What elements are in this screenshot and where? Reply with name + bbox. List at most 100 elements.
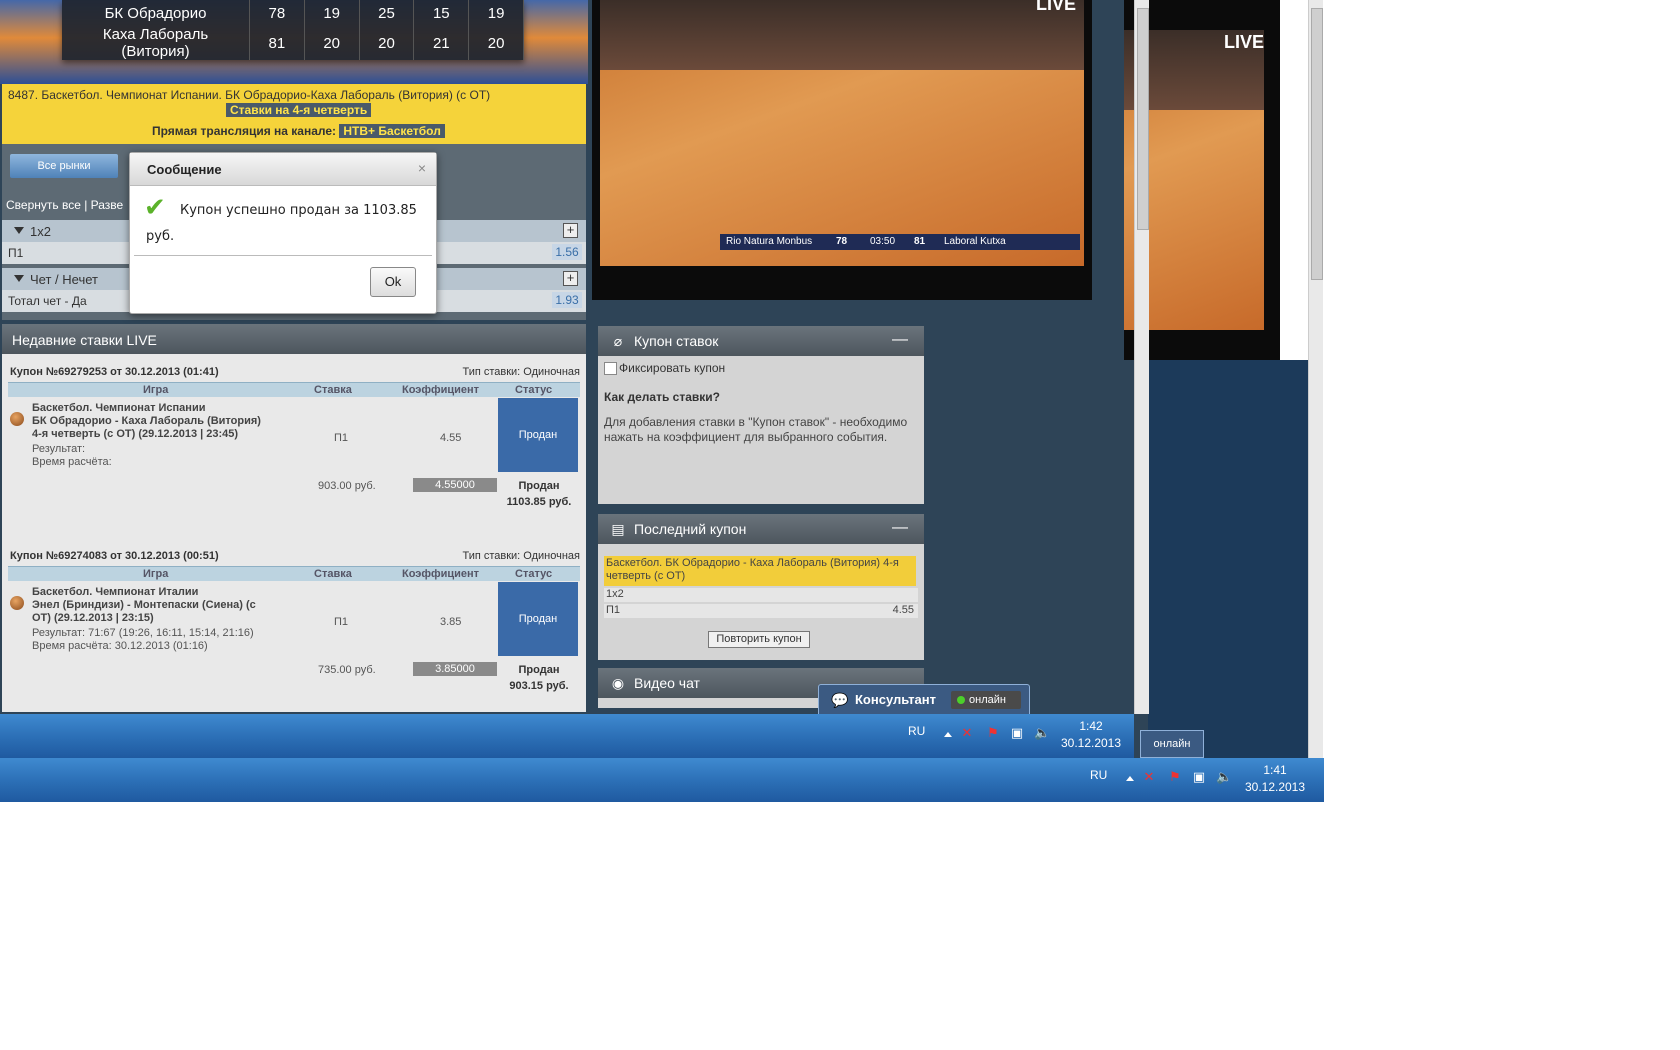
flag-icon[interactable]: ⚑ [1168, 770, 1182, 784]
game-result: Результат: 71:67 (19:26, 16:11, 15:14, 2… [32, 627, 254, 639]
coupon-id: Купон №69279253 от 30.12.2013 (01:41) [10, 366, 219, 378]
game-teams: Энел (Бриндизи) - Монтепаски (Сиена) (с [32, 599, 256, 611]
scrollbar-thumb[interactable] [1137, 8, 1149, 230]
network-icon[interactable]: ▣ [1192, 770, 1206, 784]
game-sport: Баскетбол. Чемпионат Испании [32, 402, 206, 414]
collapse-expand-links[interactable]: Свернуть все | Разве [6, 198, 123, 212]
plus-icon[interactable]: + [563, 223, 578, 238]
market-group-title: 1х2 [30, 224, 51, 239]
scorebug-away: Laboral Kutxa [944, 236, 1006, 247]
minimize-icon[interactable]: — [892, 519, 908, 537]
taskbar-clock[interactable]: 1:41 30.12.2013 [1240, 762, 1310, 796]
network-icon[interactable]: ▣ [1010, 726, 1024, 740]
last-coupon-event: Баскетбол. БК Обрадорио - Каха Лабораль … [604, 556, 916, 586]
col-status: Статус [515, 568, 553, 580]
live-video-player[interactable]: LIVE Rio Natura Monbus 78 03:50 81 Labor… [592, 0, 1092, 300]
last-coupon-panel: ▤ Последний купон — Баскетбол. БК Обрадо… [598, 514, 924, 660]
action-center-icon[interactable]: ✕ [1142, 770, 1156, 784]
chevron-down-icon [14, 227, 24, 234]
panel-title: Купон ставок [634, 333, 719, 349]
status-badge: Продан [498, 398, 578, 472]
quarter-score: 20 [468, 26, 524, 60]
online-status-secondary[interactable]: онлайн [1140, 730, 1204, 758]
score-row-away: Каха Лабораль (Витория) 81 20 20 21 20 [62, 26, 524, 60]
odd-button[interactable]: 1.93 [552, 292, 582, 308]
close-icon[interactable]: × [418, 160, 426, 176]
minimize-icon[interactable]: — [892, 331, 908, 349]
howto-text: Для добавления ставки в "Купон ставок" -… [604, 415, 908, 444]
show-hidden-icons-icon[interactable] [944, 732, 952, 737]
clock-time: 1:41 [1263, 763, 1287, 777]
game-period: 4-я четверть (с ОТ) (29.12.2013 | 23:45) [32, 428, 239, 440]
language-indicator[interactable]: RU [1090, 768, 1107, 782]
volume-icon[interactable]: 🔈 [1216, 770, 1232, 784]
last-coupon-pick: П1 [604, 604, 918, 618]
recent-bets-panel: Недавние ставки LIVE Купон №69279253 от … [2, 324, 586, 712]
market-group-title: Чет / Нечет [30, 272, 98, 287]
quarter-score: 19 [468, 0, 524, 26]
video-frame: LIVE Rio Natura Monbus 78 03:50 81 Labor… [600, 0, 1084, 266]
team-name: БК Обрадорио [62, 0, 250, 26]
taskbar-clock[interactable]: 1:42 30.12.2013 [1056, 718, 1126, 752]
status-badge: Продан [498, 582, 578, 656]
last-coupon-odd: 4.55 [892, 604, 914, 616]
market-selection: П1 [8, 246, 24, 260]
channel-label: Прямая трансляция на канале: [152, 124, 337, 138]
all-markets-button[interactable]: Все рынки [10, 154, 118, 178]
fix-coupon-label[interactable]: Фиксировать купон [619, 361, 725, 375]
channel-name[interactable]: НТВ+ Баскетбол [339, 124, 445, 138]
action-center-icon[interactable]: ✕ [960, 726, 974, 740]
quarter-score: 20 [359, 26, 415, 60]
market-selection: Тотал чет - Да [8, 294, 87, 308]
bet-type: Тип ставки: Одиночная [462, 550, 580, 562]
howto-title: Как делать ставки? [604, 390, 720, 404]
quarter-score: 15 [413, 0, 470, 26]
bet-pick: П1 [334, 616, 349, 628]
stake-sum: 903.00 руб. [318, 480, 376, 492]
panel-header: ▤ Последний купон — [598, 514, 924, 544]
fix-coupon-checkbox[interactable] [604, 362, 617, 375]
odd-button[interactable]: 1.56 [552, 244, 582, 260]
game-teams: БК Обрадорио - Каха Лабораль (Витория) [32, 415, 261, 427]
coupon-columns: Игра Ставка Коэффициент Статус [8, 566, 580, 581]
show-hidden-icons-icon[interactable] [1126, 776, 1134, 781]
online-status: онлайн [951, 691, 1021, 709]
coupon-columns: Игра Ставка Коэффициент Статус [8, 382, 580, 397]
basketball-icon [10, 412, 24, 426]
webcam-icon: ◉ [611, 675, 625, 691]
total-score: 81 [249, 26, 305, 60]
col-coef: Коэффициент [402, 384, 480, 396]
coupon-row: Баскетбол. Чемпионат Италии Энел (Бринди… [8, 582, 580, 656]
language-indicator[interactable]: RU [908, 724, 925, 738]
calc-time: Время расчёта: [32, 456, 112, 468]
scoreboard-banner: БК Обрадорио 78 19 25 15 19 Каха Лаборал… [0, 0, 588, 84]
volume-icon[interactable]: 🔈 [1034, 726, 1050, 740]
chevron-down-icon [14, 275, 24, 282]
scrollbar[interactable] [1134, 0, 1149, 714]
live-label: LIVE [1035, 0, 1076, 14]
sold-amount: 1103.85 руб. [506, 496, 572, 508]
paperclip-icon: ⌀ [613, 333, 623, 349]
repeat-coupon-button[interactable]: Повторить купон [708, 631, 810, 648]
flag-icon[interactable]: ⚑ [986, 726, 1000, 740]
coupon-id: Купон №69274083 от 30.12.2013 (00:51) [10, 550, 219, 562]
quarter-score: 20 [304, 26, 360, 60]
scorebug-clock: 03:50 [870, 236, 896, 247]
live-label: LIVE [1224, 32, 1265, 52]
scrollbar-outer[interactable] [1308, 0, 1323, 760]
score-table: БК Обрадорио 78 19 25 15 19 Каха Лаборал… [62, 0, 524, 60]
col-stake: Ставка [314, 568, 352, 580]
document-icon: ▤ [611, 521, 625, 537]
bet-pick: П1 [334, 432, 349, 444]
clock-date: 30.12.2013 [1244, 780, 1306, 794]
coupon-footer: 735.00 руб. 3.85000 Продан 903.15 руб. [8, 660, 580, 696]
plus-icon[interactable]: + [563, 271, 578, 286]
video-scorebug: Rio Natura Monbus 78 03:50 81 Laboral Ku… [720, 234, 1080, 250]
system-tray: RU ✕ ⚑ ▣ 🔈 1:42 30.12.2013 [900, 714, 1134, 758]
stake-sum: 735.00 руб. [318, 664, 376, 676]
score-row-home: БК Обрадорио 78 19 25 15 19 [62, 0, 524, 26]
ok-button[interactable]: Ok [370, 267, 416, 297]
scrollbar-thumb[interactable] [1311, 8, 1323, 280]
message-dialog: Сообщение × ✔ Купон успешно продан за 11… [129, 152, 437, 314]
consultant-chat-tab[interactable]: 💬 Консультант онлайн [818, 684, 1030, 716]
